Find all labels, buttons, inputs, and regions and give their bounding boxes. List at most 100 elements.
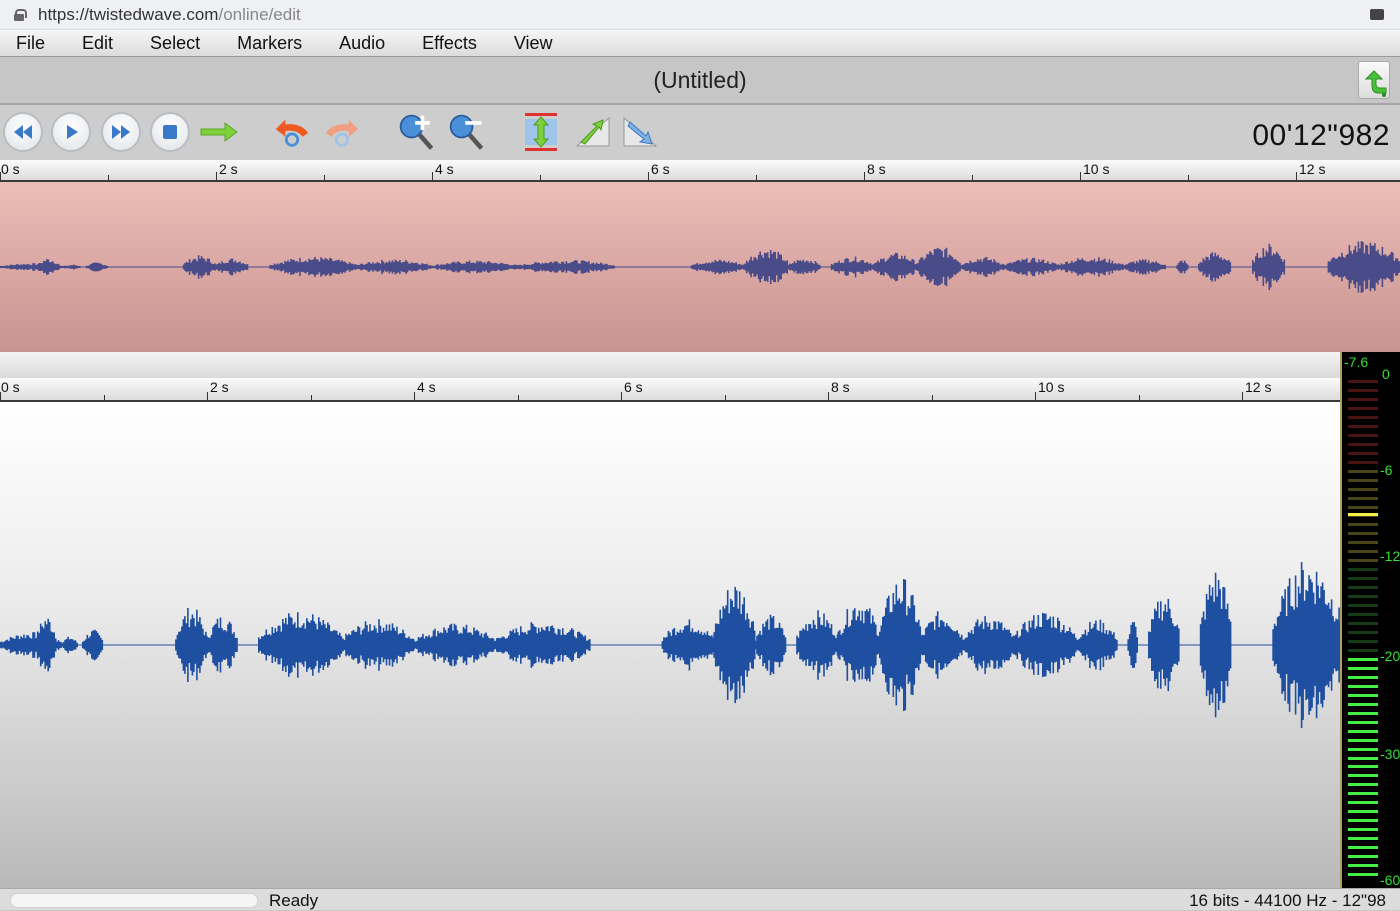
ruler-label: 6 s xyxy=(651,161,670,177)
waveform-segment xyxy=(82,629,104,661)
meter-segment xyxy=(1348,783,1378,787)
waveform-segment xyxy=(61,636,78,654)
meter-segment xyxy=(1348,460,1378,464)
menu-file[interactable]: File xyxy=(16,33,45,54)
overview-waveform[interactable] xyxy=(0,182,1400,352)
ruler-label: 12 s xyxy=(1245,379,1272,395)
waveform-segment xyxy=(837,608,880,682)
waveform-segment xyxy=(1148,598,1180,692)
overview-waveform-segment xyxy=(917,247,961,287)
ruler-major-tick xyxy=(828,392,829,400)
meter-segment xyxy=(1348,406,1378,410)
meter-segment xyxy=(1348,433,1378,437)
menu-select[interactable]: Select xyxy=(150,33,200,54)
browser-address-bar[interactable]: https://twistedwave.com/online/edit xyxy=(0,0,1400,30)
meter-segment xyxy=(1348,550,1378,554)
ruler-label: 2 s xyxy=(210,379,229,395)
main-time-ruler[interactable]: 0 s 2 s 4 s 6 s 8 s 10 s 12 s xyxy=(0,378,1340,402)
status-bar: Ready 16 bits - 44100 Hz - 12"98 xyxy=(0,888,1400,910)
rewind-icon xyxy=(14,125,32,139)
fade-out-button[interactable] xyxy=(620,112,660,152)
meter-segment xyxy=(1348,505,1378,509)
ruler-major-tick xyxy=(1035,392,1036,400)
time-counter: 00'12"982 xyxy=(1252,119,1390,152)
ruler-minor-tick xyxy=(724,395,726,400)
main-waveform-view[interactable] xyxy=(0,402,1340,888)
vertical-zoom-button[interactable] xyxy=(521,112,561,152)
ruler-major-tick xyxy=(1080,172,1081,180)
meter-segment xyxy=(1348,424,1378,428)
meter-segment xyxy=(1348,631,1378,634)
waveform-segment xyxy=(879,579,922,711)
ruler-label: 4 s xyxy=(417,379,436,395)
ruler-label: 4 s xyxy=(435,161,454,177)
ruler-major-tick xyxy=(414,392,415,400)
meter-segment xyxy=(1348,586,1378,590)
waveform-segment xyxy=(340,619,415,671)
meter-scale-label: -20 xyxy=(1380,648,1400,664)
play-button[interactable] xyxy=(51,112,91,152)
menu-effects[interactable]: Effects xyxy=(422,33,477,54)
ruler-minor-tick xyxy=(310,395,312,400)
fast-forward-button[interactable] xyxy=(101,112,141,152)
export-icon xyxy=(1364,70,1387,97)
waveform-segment xyxy=(961,616,1015,674)
meter-segment xyxy=(1348,792,1378,796)
overview-time-ruler[interactable]: 0 s 2 s 4 s 6 s 8 s 10 s 12 s xyxy=(0,160,1400,182)
meter-segment xyxy=(1348,657,1378,661)
stop-button[interactable] xyxy=(150,112,190,152)
audio-format-info: 16 bits - 44100 Hz - 12"98 xyxy=(1189,891,1386,910)
menu-view[interactable]: View xyxy=(514,33,553,54)
menu-edit[interactable]: Edit xyxy=(82,33,113,54)
url-text[interactable]: https://twistedwave.com/online/edit xyxy=(38,5,301,25)
ruler-label: 10 s xyxy=(1083,161,1110,177)
fade-in-button[interactable] xyxy=(573,112,613,152)
menu-markers[interactable]: Markers xyxy=(237,33,302,54)
meter-scale-label: -12 xyxy=(1380,548,1400,564)
zoom-out-button[interactable] xyxy=(447,112,487,152)
overview-waveform-segment xyxy=(431,260,519,274)
ruler-minor-tick xyxy=(972,175,973,180)
export-button[interactable] xyxy=(1358,61,1390,99)
waveform-segment xyxy=(754,614,787,676)
ruler-label: 10 s xyxy=(1038,379,1065,395)
go-to-button[interactable] xyxy=(199,112,239,152)
overview-waveform-segment xyxy=(830,256,875,278)
meter-segment xyxy=(1348,873,1378,877)
peak-level-label: -7.6 xyxy=(1344,354,1369,370)
meter-segment xyxy=(1348,684,1378,688)
meter-segment xyxy=(1348,496,1378,500)
redo-icon xyxy=(325,119,359,147)
fade-out-icon xyxy=(623,116,658,147)
overview-waveform-graphic xyxy=(0,241,1400,293)
ruler-minor-tick xyxy=(517,395,519,400)
fast-forward-icon xyxy=(112,125,130,139)
rewind-button[interactable] xyxy=(3,112,43,152)
meter-segment xyxy=(1348,648,1378,652)
ruler-label: 2 s xyxy=(219,161,238,177)
level-meter: -7.6 0 -6 -12 -20 -30 -60 xyxy=(1340,352,1400,888)
meter-segment xyxy=(1348,388,1378,392)
camera-icon[interactable] xyxy=(1370,9,1384,20)
play-icon xyxy=(67,125,78,139)
meter-segment xyxy=(1348,613,1378,617)
waveform-segment xyxy=(413,623,498,667)
meter-segment xyxy=(1348,747,1378,751)
undo-button[interactable] xyxy=(272,112,312,152)
ruler-minor-tick xyxy=(108,175,109,180)
toolbar: 00'12"982 xyxy=(0,105,1400,160)
meter-scale-label: 0 xyxy=(1382,366,1390,382)
waveform-segment xyxy=(206,617,238,673)
progress-bar xyxy=(10,893,258,908)
meter-segment xyxy=(1348,604,1378,608)
zoom-in-button[interactable] xyxy=(397,112,437,152)
meter-segment xyxy=(1348,541,1378,545)
overview-waveform-segment xyxy=(1252,243,1286,291)
meter-segment xyxy=(1348,622,1378,626)
menu-bar: File Edit Select Markers Audio Effects V… xyxy=(0,30,1400,57)
redo-button[interactable] xyxy=(322,112,362,152)
menu-audio[interactable]: Audio xyxy=(339,33,385,54)
ruler-minor-tick xyxy=(931,395,933,400)
ruler-minor-tick xyxy=(756,175,757,180)
zoom-out-icon xyxy=(449,114,484,150)
